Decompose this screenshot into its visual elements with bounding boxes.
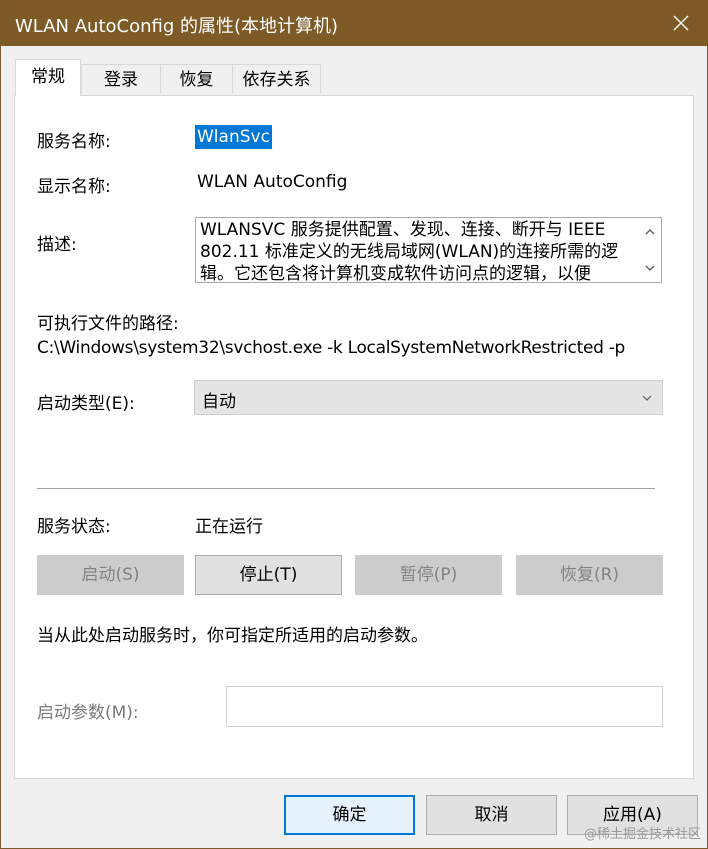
start-params-hint: 当从此处启动服务时，你可指定所适用的启动参数。 <box>37 626 428 646</box>
start-params-input[interactable] <box>226 686 663 727</box>
close-button[interactable] <box>653 0 708 46</box>
chevron-up-icon[interactable] <box>644 226 656 238</box>
chevron-down-icon[interactable] <box>644 262 656 274</box>
description-scrollbar[interactable] <box>639 218 661 282</box>
service-name-label: 服务名称: <box>37 132 111 152</box>
tab-recovery[interactable]: 恢复 <box>160 64 233 94</box>
close-icon <box>673 15 689 31</box>
startup-type-select[interactable]: 自动 <box>194 380 663 415</box>
display-name-label: 显示名称: <box>37 177 111 197</box>
ok-button[interactable]: 确定 <box>284 795 415 835</box>
service-status-label: 服务状态: <box>37 517 111 537</box>
startup-type-value: 自动 <box>202 392 236 412</box>
stop-button[interactable]: 停止(T) <box>195 555 342 595</box>
display-name-value[interactable]: WLAN AutoConfig <box>197 172 347 192</box>
description-textbox[interactable]: WLANSVC 服务提供配置、发现、连接、断开与 IEEE 802.11 标准定… <box>195 217 662 283</box>
executable-path-label: 可执行文件的路径: <box>37 314 179 334</box>
executable-path-value[interactable]: C:\Windows\system32\svchost.exe -k Local… <box>37 338 625 358</box>
service-status-value: 正在运行 <box>195 517 263 537</box>
service-name-value[interactable]: WlanSvc <box>195 125 272 149</box>
start-button[interactable]: 启动(S) <box>37 555 184 595</box>
section-divider <box>37 488 655 490</box>
startup-type-label: 启动类型(E): <box>37 394 135 414</box>
properties-dialog: WLAN AutoConfig 的属性(本地计算机) 常规 登录 恢复 依存关系… <box>0 0 708 849</box>
watermark: @稀土掘金技术社区 <box>583 827 701 842</box>
pause-button[interactable]: 暂停(P) <box>355 555 502 595</box>
tab-general[interactable]: 常规 <box>15 59 81 96</box>
description-label: 描述: <box>37 235 77 255</box>
title-bar[interactable]: WLAN AutoConfig 的属性(本地计算机) <box>1 0 708 46</box>
description-text[interactable]: WLANSVC 服务提供配置、发现、连接、断开与 IEEE 802.11 标准定… <box>200 219 636 282</box>
general-panel <box>14 95 694 779</box>
start-params-label: 启动参数(M): <box>37 703 139 723</box>
chevron-down-icon <box>642 395 652 401</box>
cancel-button[interactable]: 取消 <box>426 795 557 835</box>
tab-logon[interactable]: 登录 <box>81 64 161 94</box>
window-title: WLAN AutoConfig 的属性(本地计算机) <box>15 16 339 37</box>
tab-dependencies[interactable]: 依存关系 <box>232 64 321 94</box>
resume-button[interactable]: 恢复(R) <box>516 555 663 595</box>
